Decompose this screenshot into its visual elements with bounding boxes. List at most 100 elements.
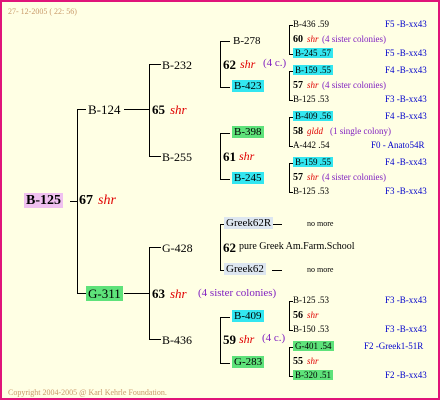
gen2-b232-node[interactable]: B-232: [162, 59, 192, 71]
gen3-b409-tag: shr: [307, 310, 319, 320]
gen4-code: F2 -Greek1-51R: [364, 341, 424, 351]
gen3-b245-tag: shr: [307, 172, 319, 182]
gen4-id-text: B-159: [295, 65, 318, 75]
gen2-b255-tag: shr: [239, 149, 255, 163]
gen3-g283-node[interactable]: G-283: [232, 356, 265, 368]
gen3-b278-node[interactable]: B-278: [233, 36, 261, 47]
gen4-row[interactable]: B-150 .53: [293, 325, 329, 334]
gen3-b398-num: 58: [293, 126, 303, 137]
gen3-b245-node[interactable]: B-245: [232, 172, 264, 184]
gen4-row[interactable]: B-159 .55: [293, 157, 333, 167]
gen3-b398-node[interactable]: B-398: [232, 126, 264, 138]
gen4-id: B-159 .55: [293, 157, 333, 167]
gen4-code: F3 -B-xx43: [385, 186, 427, 196]
gen4-id: B-436: [293, 19, 316, 29]
gen1-top-tag: shr: [170, 102, 187, 117]
gen1-top-num: 65: [152, 102, 165, 117]
gen1-bottom-note: (4 sister colonies): [198, 287, 277, 299]
root-num: 67: [79, 193, 93, 208]
gen4-code: F5 -B-xx43: [385, 48, 427, 58]
root-tag: shr: [98, 193, 116, 208]
gen4-id-text: B-409: [295, 111, 318, 121]
gen2-b436-num: 59: [223, 332, 236, 347]
gen4-row[interactable]: B-436 .59: [293, 20, 329, 29]
gen4-id-text: B-245: [295, 48, 318, 58]
gen4-num: .55: [319, 65, 331, 75]
gen3-b245-num: 57: [293, 172, 303, 183]
gen4-id: A-442: [293, 140, 316, 150]
gen3-greek62r-node[interactable]: Greek62R: [224, 217, 274, 229]
gen4-row[interactable]: B-159 .55: [293, 65, 333, 75]
gen4-row[interactable]: B-125 .53: [293, 95, 329, 104]
gen4-id: B-150: [293, 324, 316, 334]
gen1-bottom-node[interactable]: G-311: [86, 286, 123, 301]
gen4-id: B-125: [293, 186, 316, 196]
gen4-num: .53: [317, 186, 329, 196]
gen3-b278-tag: shr: [307, 34, 319, 44]
date-stamp: 27- 12-2005 ( 22: 56): [8, 7, 77, 16]
gen4-num: .54: [318, 140, 330, 150]
gen4-id: B-159 .55: [293, 65, 333, 75]
gen2-g428-num: 62: [223, 240, 236, 255]
gen4-num: .57: [319, 48, 331, 58]
copyright-text: Copyright 2004-2005 @ Karl Kehrle Founda…: [8, 388, 167, 397]
gen2-b255-node[interactable]: B-255: [162, 151, 192, 163]
gen4-id: B-125: [293, 295, 316, 305]
gen2-b436-note: (4 c.): [262, 332, 286, 344]
gen4-code: F4 -B-xx43: [385, 65, 427, 75]
gen4-row[interactable]: G-401 .54: [293, 341, 334, 351]
gen1-top-node[interactable]: B-124: [88, 103, 121, 116]
gen4-code: F3 -B-xx43: [385, 94, 427, 104]
gen3-b409-node[interactable]: B-409: [232, 310, 264, 322]
gen4-num: .54: [320, 341, 332, 351]
gen4-code: F2 -B-xx43: [385, 370, 427, 380]
gen1-bottom-id: G-311: [86, 286, 123, 301]
gen4-code: F0 - Anato54R: [371, 140, 425, 150]
gen3-b409-num: 56: [293, 310, 303, 321]
gen3-b423-node[interactable]: B-423: [232, 80, 264, 92]
gen4-id-text: B-320: [295, 370, 318, 380]
gen3-g283-tag: shr: [307, 356, 319, 366]
gen4-id-text: B-159: [295, 157, 318, 167]
gen4-row[interactable]: A-442 .54: [293, 141, 330, 150]
gen3-b278-num: 60: [293, 34, 303, 45]
gen2-g428-node[interactable]: G-428: [162, 242, 193, 254]
gen3-greek62r-id: Greek62R: [224, 217, 274, 229]
gen3-b398-note: (1 single colony): [330, 126, 391, 136]
gen2-b232-tag: shr: [240, 57, 256, 71]
root-id: B-125: [24, 193, 63, 208]
root-node[interactable]: B-125: [24, 193, 63, 208]
gen4-num: .51: [319, 370, 331, 380]
gen1-bottom-tag: shr: [170, 286, 187, 301]
gen3-b245-id: B-245: [232, 172, 264, 184]
gen2-g428-tag: pure Greek Am.Farm.School: [239, 241, 355, 252]
gen4-row[interactable]: B-125 .53: [293, 296, 329, 305]
gen2-b436-node[interactable]: B-436: [162, 334, 192, 346]
gen4-id: B-320 .51: [293, 370, 333, 380]
gen4-id-text: G-401: [295, 341, 318, 351]
gen4-num: .53: [317, 94, 329, 104]
gen3-b398-id: B-398: [232, 126, 264, 138]
gen3-greek62-more: no more: [307, 265, 334, 274]
gen2-b232-num: 62: [223, 57, 236, 72]
gen4-code: F4 -B-xx43: [385, 157, 427, 167]
gen4-row[interactable]: B-409 .56: [293, 111, 333, 121]
gen4-id: G-401 .54: [293, 341, 334, 351]
gen2-b255-num: 61: [223, 149, 236, 164]
gen3-g283-num: 55: [293, 356, 303, 367]
gen2-b436-tag: shr: [239, 332, 255, 346]
gen3-greek62-node[interactable]: Greek62: [224, 263, 266, 275]
gen3-b423-num: 57: [293, 80, 303, 91]
gen4-num: .55: [319, 157, 331, 167]
gen4-row[interactable]: B-245 .57: [293, 48, 333, 58]
gen3-b245-note: (4 sister colonies): [322, 172, 386, 182]
gen3-b278-note: (4 sister colonies): [322, 34, 386, 44]
gen4-row[interactable]: B-125 .53: [293, 187, 329, 196]
gen3-b409-id: B-409: [232, 310, 264, 322]
gen4-row[interactable]: B-320 .51: [293, 370, 333, 380]
gen2-b232-note: (4 c.): [263, 57, 287, 69]
gen4-id: B-245 .57: [293, 48, 333, 58]
gen4-num: .53: [317, 295, 329, 305]
pedigree-frame: { "header": {"date": "27- 12-2005 ( 22: …: [0, 0, 440, 400]
gen4-code: F3 -B-xx43: [385, 324, 427, 334]
